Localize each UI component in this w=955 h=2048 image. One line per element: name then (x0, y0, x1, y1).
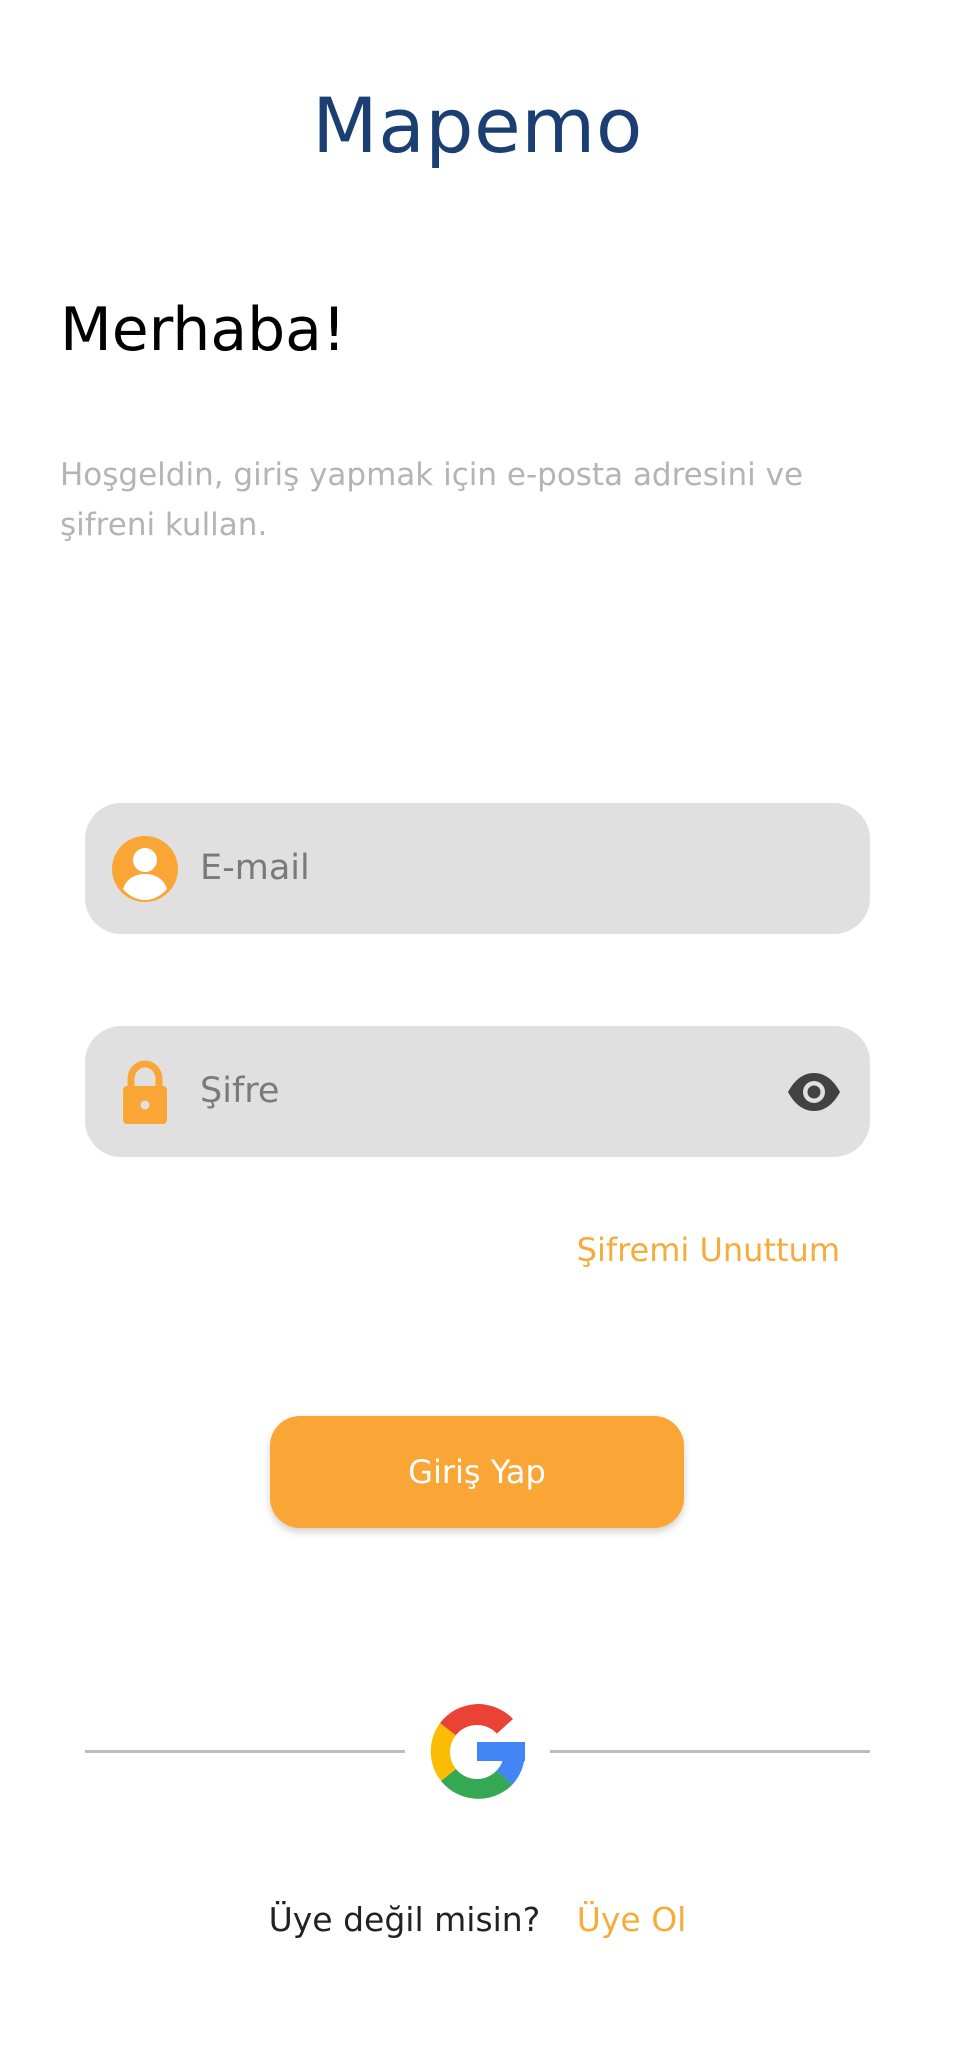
password-field[interactable] (85, 1026, 870, 1157)
divider-right (550, 1750, 870, 1753)
google-logo-icon[interactable] (427, 1702, 527, 1802)
divider-left (85, 1750, 405, 1753)
welcome-subtitle: Hoşgeldin, giriş yapmak için e-posta adr… (60, 457, 804, 543)
lock-icon (111, 1058, 179, 1126)
eye-icon[interactable] (786, 1064, 842, 1120)
email-input[interactable] (200, 831, 740, 905)
user-avatar-icon (111, 835, 179, 903)
welcome-heading: Merhaba! (60, 295, 346, 365)
forgot-password-link[interactable]: Şifremi Unuttum (577, 1225, 840, 1275)
signup-row: Üye değil misin? Üye Ol (0, 1892, 955, 1948)
login-button[interactable]: Giriş Yap (270, 1416, 684, 1528)
app-title: Mapemo (312, 81, 643, 170)
email-field[interactable] (85, 803, 870, 934)
signup-prompt: Üye değil misin? (268, 1900, 541, 1939)
signup-link[interactable]: Üye Ol (577, 1900, 687, 1939)
password-input[interactable] (200, 1054, 740, 1128)
